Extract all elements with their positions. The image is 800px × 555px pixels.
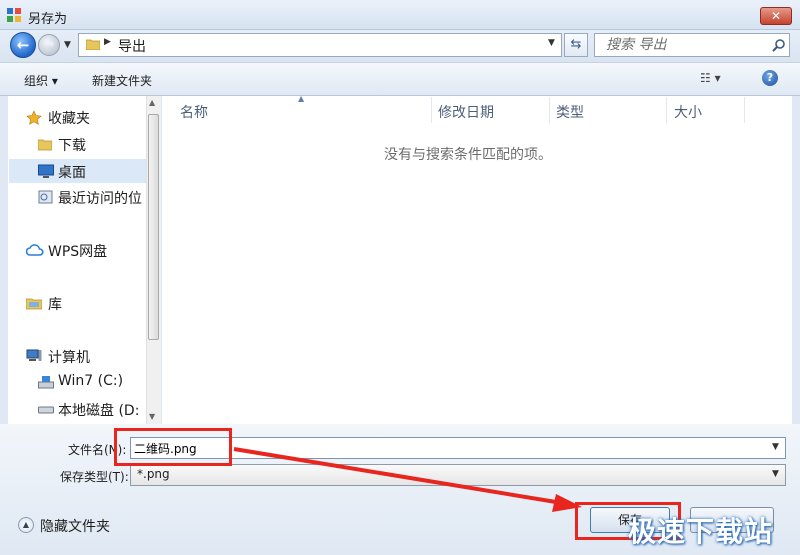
column-divider[interactable] <box>549 97 550 123</box>
filetype-select[interactable]: *.png <box>130 464 786 486</box>
scrollbar-thumb[interactable] <box>148 114 159 340</box>
window-title: 另存为 <box>28 12 68 27</box>
search-input[interactable] <box>606 36 766 54</box>
star-icon <box>26 110 42 125</box>
system-drive-icon <box>38 375 54 389</box>
history-dropdown-icon[interactable]: ▼ <box>64 40 74 50</box>
recent-places-icon <box>38 190 54 204</box>
column-header-date[interactable]: 修改日期 <box>438 102 494 122</box>
address-bar[interactable] <box>78 33 562 57</box>
breadcrumb-separator-icon[interactable]: ▶ <box>104 37 111 47</box>
refresh-button[interactable]: ⇆ <box>564 33 588 57</box>
hide-folders-button[interactable]: 隐藏文件夹 <box>40 516 110 536</box>
folder-icon <box>37 137 54 151</box>
cloud-icon <box>25 243 44 257</box>
column-divider[interactable] <box>431 97 432 123</box>
column-header-type[interactable]: 类型 <box>556 102 584 122</box>
filetype-dropdown-icon[interactable]: ▼ <box>772 469 779 479</box>
forward-button[interactable]: → <box>38 34 60 56</box>
nav-favorites[interactable]: 收藏夹 <box>48 108 90 128</box>
library-icon <box>25 296 43 310</box>
column-header-name[interactable]: 名称 <box>180 102 208 122</box>
filename-dropdown-icon[interactable]: ▼ <box>772 442 779 452</box>
filetype-label: 保存类型(T): <box>60 470 129 484</box>
computer-icon <box>26 349 42 363</box>
organize-button[interactable]: 组织 ▾ <box>24 72 58 89</box>
nav-desktop[interactable]: 桌面 <box>58 162 86 182</box>
column-divider[interactable] <box>666 97 667 123</box>
nav-wps-cloud[interactable]: WPS网盘 <box>48 241 107 261</box>
disk-drive-icon <box>38 403 54 417</box>
sort-indicator-icon: ▲ <box>298 94 305 103</box>
search-icon[interactable] <box>772 38 786 52</box>
nav-computer[interactable]: 计算机 <box>48 347 90 367</box>
desktop-icon <box>38 164 54 178</box>
scroll-down-icon[interactable]: ▼ <box>149 412 155 421</box>
back-arrow-icon: ← <box>16 36 30 54</box>
close-button[interactable]: ✕ <box>760 7 792 25</box>
folder-icon <box>85 38 101 51</box>
annotation-highlight-filename <box>114 428 232 466</box>
forward-arrow-icon: → <box>43 37 55 52</box>
collapse-up-icon[interactable]: ▲ <box>18 517 34 533</box>
watermark-logo: 极速下载站 <box>628 515 774 548</box>
column-header-size[interactable]: 大小 <box>674 102 702 122</box>
new-folder-button[interactable]: 新建文件夹 <box>92 72 152 89</box>
title-bar <box>0 0 800 30</box>
nav-drive-d[interactable]: 本地磁盘 (D: <box>58 400 139 420</box>
address-dropdown-icon[interactable]: ▼ <box>548 38 555 48</box>
nav-drive-c[interactable]: Win7 (C:) <box>58 373 123 389</box>
back-button[interactable]: ← <box>10 32 36 58</box>
view-options-button[interactable]: ☷ ▾ <box>700 71 721 85</box>
app-icon <box>6 7 22 23</box>
scroll-up-icon[interactable]: ▲ <box>149 98 155 107</box>
breadcrumb-current[interactable]: 导出 <box>118 36 146 56</box>
nav-library[interactable]: 库 <box>48 294 62 314</box>
column-divider[interactable] <box>744 97 745 123</box>
nav-recent[interactable]: 最近访问的位 <box>58 188 142 208</box>
empty-list-message: 没有与搜索条件匹配的项。 <box>384 147 552 163</box>
help-icon[interactable]: ? <box>762 70 778 86</box>
nav-downloads[interactable]: 下载 <box>58 135 86 155</box>
